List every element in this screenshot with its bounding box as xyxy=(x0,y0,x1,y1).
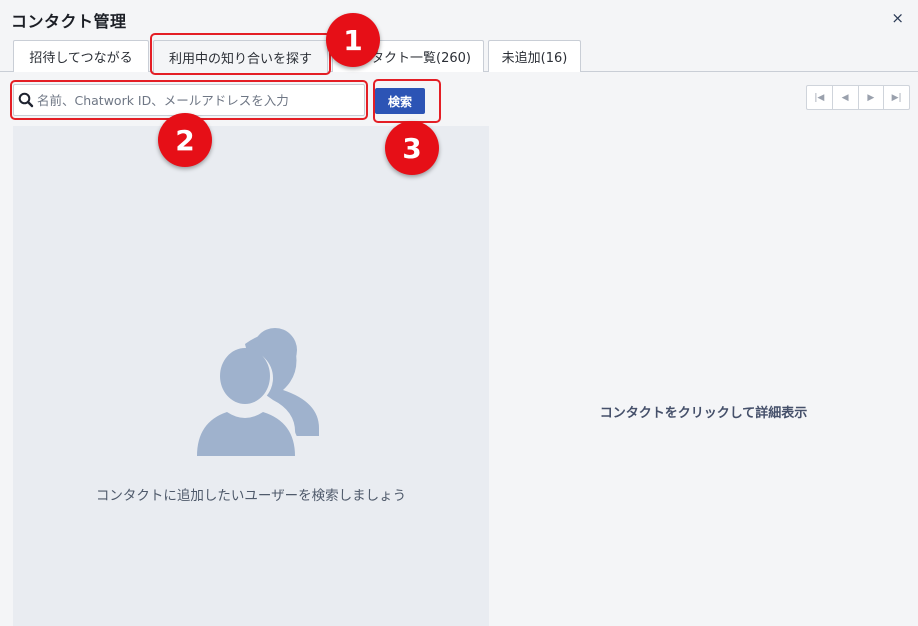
tab-bar: 招待してつながる 利用中の知り合いを探す コンタクト一覧(260) 未追加(16… xyxy=(0,40,918,73)
tab-find-acquaintances[interactable]: 利用中の知り合いを探す xyxy=(153,40,328,73)
search-results-panel: コンタクトに追加したいユーザーを検索しましょう xyxy=(13,126,489,626)
tab-invite[interactable]: 招待してつながる xyxy=(13,40,149,72)
contact-management-dialog: コンタクト管理 × 招待してつながる 利用中の知り合いを探す コンタクト一覧(2… xyxy=(0,0,918,626)
users-icon xyxy=(189,328,319,462)
step-badge-2: 2 xyxy=(158,113,212,167)
tab-not-added[interactable]: 未追加(16) xyxy=(488,40,581,72)
empty-state-message: コンタクトに追加したいユーザーを検索しましょう xyxy=(95,488,407,504)
search-box xyxy=(13,84,365,116)
step-badge-3: 3 xyxy=(385,121,439,175)
pagination: |◀ ◀ ▶ ▶| xyxy=(806,85,910,110)
next-page-icon[interactable]: ▶ xyxy=(859,86,885,109)
search-input[interactable] xyxy=(37,92,357,108)
search-button[interactable]: 検索 xyxy=(375,88,425,114)
detail-placeholder-text: コンタクトをクリックして詳細表示 xyxy=(599,406,808,421)
last-page-icon[interactable]: ▶| xyxy=(884,86,909,109)
step-badge-1: 1 xyxy=(326,13,380,67)
first-page-icon[interactable]: |◀ xyxy=(807,86,833,109)
contact-detail-panel: コンタクトをクリックして詳細表示 xyxy=(489,126,918,626)
search-icon xyxy=(18,92,34,108)
close-icon[interactable]: × xyxy=(891,9,904,27)
dialog-title: コンタクト管理 xyxy=(11,12,127,31)
prev-page-icon[interactable]: ◀ xyxy=(833,86,859,109)
